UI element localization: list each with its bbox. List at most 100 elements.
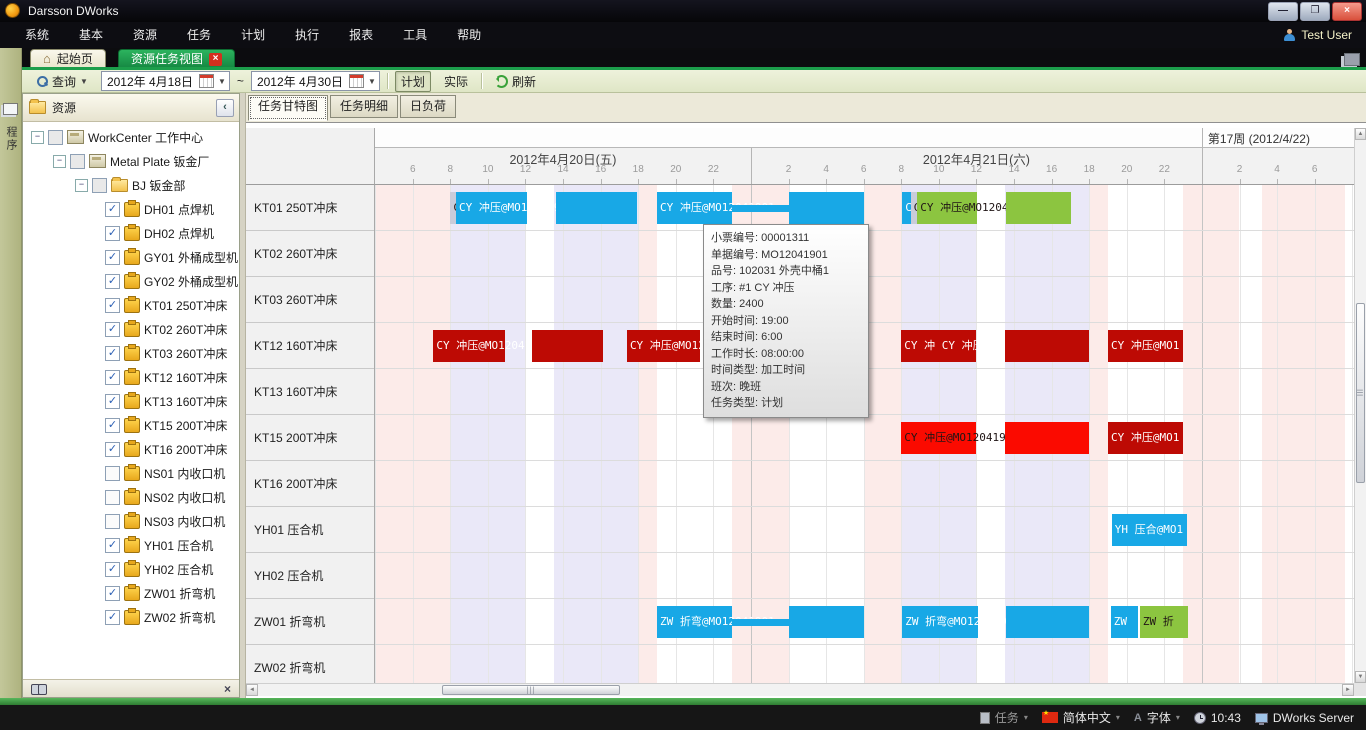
gantt-task-bar[interactable] <box>532 330 603 362</box>
gantt-task-bar[interactable]: ZW 折弯@MO12041901 <box>902 606 978 638</box>
gantt-task-bar[interactable]: CY 冲压@MO12041904 <box>433 330 504 362</box>
gantt-task-bar[interactable]: C <box>902 192 910 224</box>
scroll-up-icon[interactable]: ▲ <box>1355 128 1366 140</box>
tree-expander-icon[interactable]: − <box>75 179 88 192</box>
tree-item[interactable]: ✓KT12 160T冲床 <box>23 365 239 389</box>
gantt-task-bar[interactable]: YH 压合@MO1 <box>1112 514 1187 546</box>
actual-toggle-button[interactable]: 实际 <box>438 71 474 92</box>
gantt-task-bar[interactable]: CY 冲压@MO12041902 <box>917 192 977 224</box>
date-from-field[interactable]: 2012年 4月18日 ▼ <box>101 71 230 91</box>
menu-item-8[interactable]: 工具 <box>388 22 442 48</box>
tab-start-page[interactable]: ⌂ 起始页 <box>30 49 106 68</box>
tree-item[interactable]: ✓GY02 外桶成型机 <box>23 269 239 293</box>
tree-item[interactable]: NS01 内收口机 <box>23 461 239 485</box>
view-tab-1[interactable]: 任务甘特图 <box>248 95 328 121</box>
tree-item[interactable]: −WorkCenter 工作中心 <box>23 125 239 149</box>
menu-item-7[interactable]: 报表 <box>334 22 388 48</box>
gantt-task-bar[interactable] <box>1005 422 1090 454</box>
scroll-left-icon[interactable]: ◄ <box>246 684 258 696</box>
tree-checkbox[interactable] <box>105 490 120 505</box>
tree-checkbox[interactable]: ✓ <box>105 298 120 313</box>
menu-item-6[interactable]: 执行 <box>280 22 334 48</box>
gantt-task-bar[interactable]: ZW 折 <box>1140 606 1188 638</box>
gantt-task-bar[interactable] <box>789 192 864 224</box>
tree-item[interactable]: ✓KT15 200T冲床 <box>23 413 239 437</box>
menu-item-5[interactable]: 计划 <box>226 22 280 48</box>
menu-item-2[interactable]: 基本 <box>64 22 118 48</box>
gantt-task-bar[interactable] <box>732 619 788 626</box>
tree-checkbox[interactable]: ✓ <box>105 274 120 289</box>
tree-item[interactable]: −BJ 钣金部 <box>23 173 239 197</box>
tab-list-icon[interactable] <box>1344 53 1360 66</box>
gantt-task-bar[interactable]: CY 冲 CY 冲压@MO12041904 <box>901 330 976 362</box>
tree-checkbox[interactable] <box>48 130 63 145</box>
tree-checkbox[interactable] <box>92 178 107 193</box>
tree-item[interactable]: ✓GY01 外桶成型机 <box>23 245 239 269</box>
status-item[interactable]: 任务▾ <box>980 709 1028 726</box>
tree-checkbox[interactable]: ✓ <box>105 322 120 337</box>
search-button[interactable]: 查询 ▼ <box>30 71 94 92</box>
tree-item[interactable]: ✓ZW02 折弯机 <box>23 605 239 629</box>
tree-checkbox[interactable]: ✓ <box>105 346 120 361</box>
minimize-button[interactable]: — <box>1268 2 1298 21</box>
vertical-scrollbar[interactable]: ▲ ☰ ▼ <box>1354 128 1366 683</box>
tree-checkbox[interactable]: ✓ <box>105 610 120 625</box>
tree-checkbox[interactable]: ✓ <box>105 562 120 577</box>
gantt-task-bar[interactable]: CY 冲压@MO1 <box>1108 330 1183 362</box>
clear-icon[interactable]: × <box>224 682 231 696</box>
tree-item[interactable]: ✓KT01 250T冲床 <box>23 293 239 317</box>
tree-item[interactable]: −Metal Plate 钣金厂 <box>23 149 239 173</box>
collapse-panel-button[interactable]: ‹ <box>216 99 234 117</box>
status-item[interactable]: 10:43 <box>1194 711 1241 725</box>
tree-item[interactable]: ✓DH01 点焊机 <box>23 197 239 221</box>
user-chip[interactable]: Test User <box>1283 22 1352 48</box>
gantt-task-bar[interactable] <box>1005 330 1090 362</box>
scroll-down-icon[interactable]: ▼ <box>1355 671 1366 683</box>
tree-item[interactable]: ✓YH02 压合机 <box>23 557 239 581</box>
find-icon[interactable] <box>31 684 47 694</box>
tree-item[interactable]: ✓KT13 160T冲床 <box>23 389 239 413</box>
vertical-scroll-thumb[interactable]: ☰ <box>1356 303 1365 483</box>
tab-resource-task-view[interactable]: 资源任务视图 × <box>118 49 235 68</box>
tree-checkbox[interactable] <box>70 154 85 169</box>
menu-item-4[interactable]: 任务 <box>172 22 226 48</box>
menu-item-9[interactable]: 帮助 <box>442 22 496 48</box>
tree-expander-icon[interactable]: − <box>31 131 44 144</box>
date-to-field[interactable]: 2012年 4月30日 ▼ <box>251 71 380 91</box>
tree-checkbox[interactable]: ✓ <box>105 586 120 601</box>
tree-item[interactable]: NS03 内收口机 <box>23 509 239 533</box>
horizontal-scrollbar[interactable]: ◄ ||| ► <box>246 683 1354 696</box>
gantt-task-bar[interactable]: ZW 折弯@MO12041901 <box>657 606 732 638</box>
scroll-right-icon[interactable]: ► <box>1342 684 1354 696</box>
gantt-task-bar[interactable]: CY 冲压@MO12041901 <box>657 192 732 224</box>
program-panel-icon[interactable] <box>3 103 18 115</box>
tree-checkbox[interactable] <box>105 466 120 481</box>
tab-close-icon[interactable]: × <box>209 53 222 66</box>
gantt-task-bar[interactable]: CY 冲压@MO12041903 <box>901 422 976 454</box>
tree-checkbox[interactable]: ✓ <box>105 538 120 553</box>
tree-item[interactable]: NS02 内收口机 <box>23 485 239 509</box>
menu-item-1[interactable]: 系统 <box>10 22 64 48</box>
gantt-task-bar[interactable]: C <box>911 192 918 224</box>
tree-expander-icon[interactable]: − <box>53 155 66 168</box>
gantt-task-bar[interactable] <box>556 192 638 224</box>
status-item[interactable]: 简体中文▾ <box>1042 709 1120 726</box>
tree-item[interactable]: ✓ZW01 折弯机 <box>23 581 239 605</box>
tree-item[interactable]: ✓KT02 260T冲床 <box>23 317 239 341</box>
horizontal-scroll-thumb[interactable]: ||| <box>442 685 620 695</box>
refresh-button[interactable]: 刷新 <box>489 71 542 92</box>
gantt-task-bar[interactable] <box>789 606 864 638</box>
tree-checkbox[interactable]: ✓ <box>105 394 120 409</box>
tree-item[interactable]: ✓YH01 压合机 <box>23 533 239 557</box>
tree-item[interactable]: ✓KT16 200T冲床 <box>23 437 239 461</box>
gantt-task-bar[interactable]: ZW <box>1111 606 1138 638</box>
tree-checkbox[interactable]: ✓ <box>105 250 120 265</box>
plan-toggle-button[interactable]: 计划 <box>395 71 431 92</box>
view-tab-2[interactable]: 任务明细 <box>330 95 398 118</box>
tree-checkbox[interactable]: ✓ <box>105 226 120 241</box>
gantt-task-bar[interactable] <box>732 205 788 212</box>
program-strip-label[interactable]: 程序 <box>3 126 19 152</box>
status-item[interactable]: DWorks Server <box>1255 711 1354 725</box>
tree-checkbox[interactable] <box>105 514 120 529</box>
gantt-task-bar[interactable]: CY 冲压@MO12041901 <box>456 192 527 224</box>
